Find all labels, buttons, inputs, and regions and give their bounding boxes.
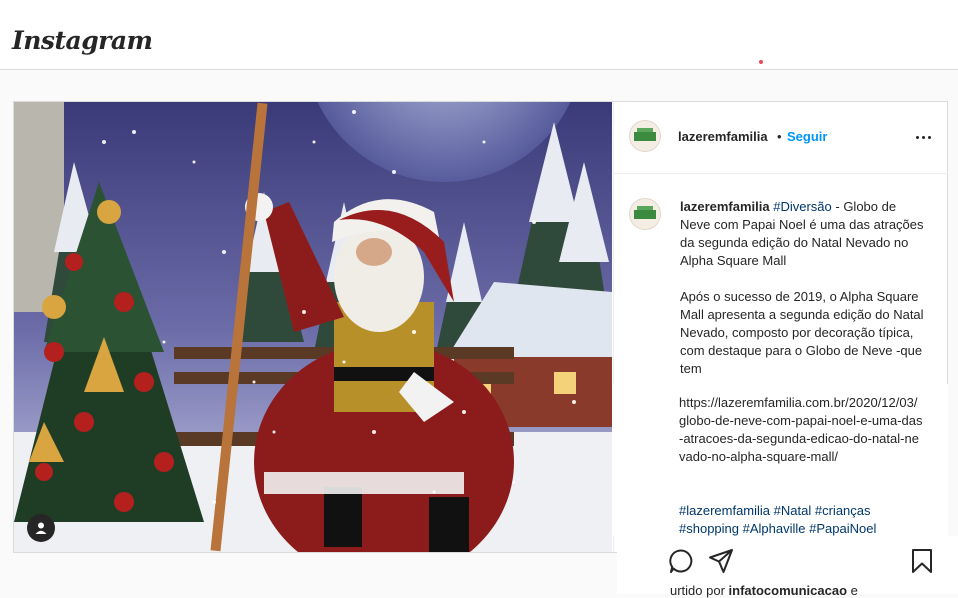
follow-button[interactable]: Seguir (787, 129, 827, 144)
separator-dot: • (777, 129, 782, 144)
caption-avatar[interactable] (629, 198, 661, 230)
person-glyph (35, 522, 47, 534)
bookmark-icon[interactable] (909, 548, 935, 574)
hashtag-link[interactable]: #PapaiNoel (809, 521, 876, 536)
post-caption: lazeremfamilia #Diversão - Globo de Neve… (680, 198, 925, 378)
notification-dot (759, 60, 763, 64)
hashtag-link[interactable]: #crianças (815, 503, 871, 518)
liked-by-suffix: e (847, 583, 858, 598)
liked-by-prefix: urtido por (670, 583, 729, 598)
hashtag-link[interactable]: #shopping (679, 521, 739, 536)
comment-icon[interactable] (668, 548, 694, 574)
hashtag-link[interactable]: #Alphaville (743, 521, 806, 536)
avatar[interactable] (629, 120, 661, 152)
top-navigation-bar: Instagram (0, 0, 958, 70)
post-actions: urtido por infatocomunicacao e (617, 536, 958, 598)
post-username[interactable]: lazeremfamilia (678, 129, 768, 144)
caption-username[interactable]: lazeremfamilia (680, 199, 770, 214)
hashtag-link[interactable]: #lazeremfamilia (679, 503, 770, 518)
hashtag-link[interactable]: #Natal (774, 503, 812, 518)
more-options-icon[interactable] (916, 136, 932, 140)
caption-hashtags: #lazeremfamilia #Natal #crianças #shoppi… (679, 502, 924, 536)
share-icon[interactable] (708, 548, 734, 574)
santa-snow-globe-photo (14, 102, 612, 552)
caption-continuation: https://lazeremfamilia.com.br/2020/12/03… (613, 384, 948, 536)
post-header: lazeremfamilia • Seguir (614, 102, 948, 174)
caption-link[interactable]: https://lazeremfamilia.com.br/2020/12/03… (679, 394, 924, 466)
user-tag-icon[interactable] (27, 514, 55, 542)
post-image[interactable] (14, 102, 612, 552)
caption-paragraph: Após o sucesso de 2019, o Alpha Square M… (680, 289, 924, 376)
liked-by-text: urtido por infatocomunicacao e (670, 583, 858, 598)
hashtag-link[interactable]: #Diversão (773, 199, 832, 214)
liked-by-user[interactable]: infatocomunicacao (729, 583, 847, 598)
instagram-logo[interactable]: Instagram (12, 26, 153, 55)
